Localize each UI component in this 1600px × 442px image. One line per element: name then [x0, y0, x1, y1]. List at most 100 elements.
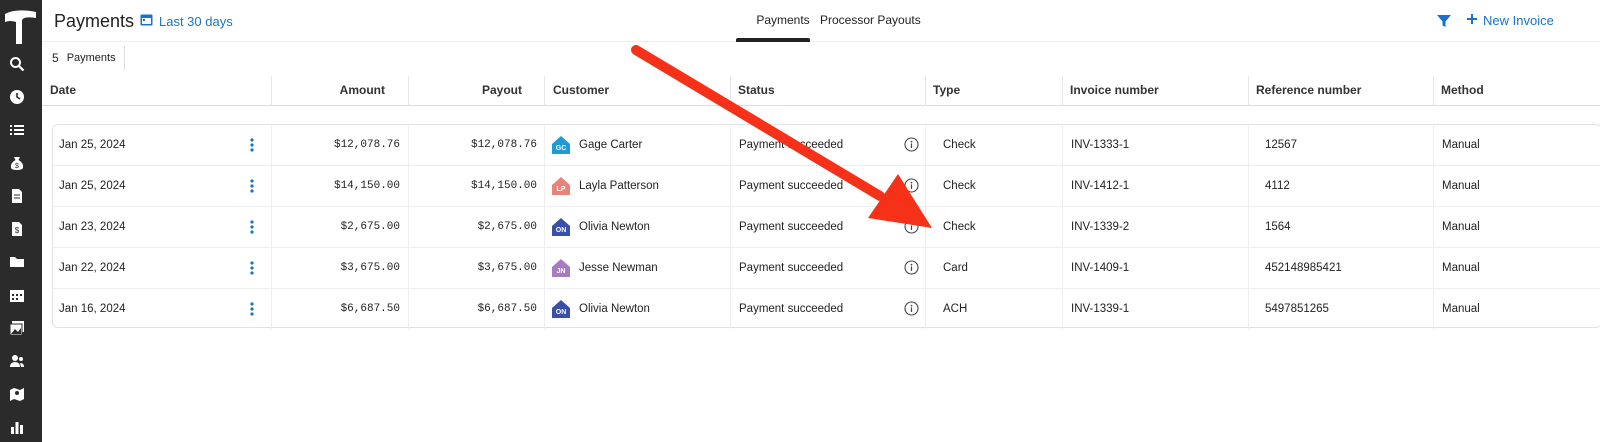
payment-method: Manual	[1442, 303, 1480, 315]
customer-name[interactable]: Gage Carter	[579, 125, 642, 165]
customer-name[interactable]: Layla Patterson	[579, 166, 659, 206]
column-divider	[1062, 76, 1063, 106]
info-icon[interactable]	[904, 178, 919, 193]
more-options-icon[interactable]	[249, 138, 255, 152]
column-divider	[925, 76, 926, 106]
reference-number: 1564	[1265, 221, 1291, 233]
payment-method: Manual	[1442, 139, 1480, 151]
plus-icon	[1466, 13, 1478, 28]
column-divider	[408, 125, 409, 165]
column-header-invoice-number[interactable]: Invoice number	[1070, 76, 1159, 106]
payment-payout: $3,675.00	[477, 262, 537, 274]
table-row[interactable]: Jan 23, 2024 $2,675.00 $2,675.00 ON Olivia N…	[53, 207, 1600, 248]
search-icon[interactable]	[9, 56, 25, 72]
column-header-type[interactable]: Type	[933, 76, 960, 106]
svg-text:$: $	[15, 226, 20, 235]
tab-processor-payouts[interactable]: Processor Payouts	[820, 13, 921, 27]
folder-icon[interactable]	[9, 254, 25, 270]
invoice-number[interactable]: INV-1339-1	[1071, 289, 1129, 329]
column-divider	[544, 76, 545, 106]
column-divider	[730, 248, 731, 288]
payment-payout: $6,687.50	[477, 303, 537, 315]
payment-type: Check	[943, 180, 976, 192]
invoice-number[interactable]: INV-1412-1	[1071, 166, 1129, 206]
table-row[interactable]: Jan 22, 2024 $3,675.00 $3,675.00 JN Jesse Ne…	[53, 248, 1600, 289]
info-icon[interactable]	[904, 219, 919, 234]
list-icon[interactable]	[9, 122, 25, 138]
column-divider	[271, 207, 272, 247]
column-divider	[544, 207, 545, 247]
photos-icon[interactable]	[9, 320, 25, 336]
column-divider	[544, 289, 545, 329]
payment-amount: $12,078.76	[333, 139, 400, 151]
customer-name[interactable]: Olivia Newton	[579, 207, 650, 247]
payment-date: Jan 23, 2024	[59, 221, 126, 233]
column-divider	[408, 248, 409, 288]
more-options-icon[interactable]	[249, 302, 255, 316]
clock-icon[interactable]	[9, 89, 25, 105]
column-divider	[408, 207, 409, 247]
column-header-status[interactable]: Status	[738, 76, 775, 106]
column-divider	[1248, 207, 1249, 247]
column-header-customer[interactable]: Customer	[553, 76, 609, 106]
sidebar: $ $	[0, 0, 42, 442]
customer-initials: JN	[557, 268, 566, 275]
column-header-payout[interactable]: Payout	[409, 76, 522, 106]
date-range-label: Last 30 days	[159, 13, 233, 29]
column-divider	[925, 289, 926, 329]
main-content: Payments Last 30 days Payments Processor…	[42, 0, 1600, 442]
column-divider	[271, 248, 272, 288]
tab-payments[interactable]: Payments	[747, 13, 819, 27]
chart-icon[interactable]	[9, 419, 25, 435]
calendar-icon[interactable]	[9, 287, 25, 303]
column-divider	[1062, 289, 1063, 329]
invoice-number[interactable]: INV-1333-1	[1071, 125, 1129, 165]
payments-count: 5	[52, 51, 59, 65]
payment-amount: $6,687.50	[340, 303, 400, 315]
column-divider	[1248, 166, 1249, 206]
invoice-icon[interactable]: $	[9, 221, 25, 237]
column-divider	[730, 76, 731, 106]
table-row[interactable]: Jan 16, 2024 $6,687.50 $6,687.50 ON Olivia N…	[53, 289, 1600, 330]
reference-number: 4112	[1265, 180, 1290, 192]
table-row[interactable]: Jan 25, 2024 $14,150.00 $14,150.00 LP Layla …	[53, 166, 1600, 207]
people-icon[interactable]	[9, 353, 25, 369]
info-icon[interactable]	[904, 301, 919, 316]
payment-status: Payment succeeded	[739, 221, 844, 233]
column-header-date[interactable]: Date	[50, 76, 76, 106]
map-icon[interactable]	[9, 386, 25, 402]
hammer-logo-icon[interactable]	[2, 6, 40, 46]
reference-number: 12567	[1265, 139, 1297, 151]
table-row[interactable]: Jan 25, 2024 $12,078.76 $12,078.76 GC Gage C…	[53, 125, 1600, 166]
customer-name[interactable]: Olivia Newton	[579, 289, 650, 329]
active-tab-indicator	[736, 38, 810, 42]
filter-icon[interactable]	[1436, 13, 1452, 29]
customer-initials: ON	[556, 309, 567, 316]
column-divider	[1248, 289, 1249, 329]
invoice-number[interactable]: INV-1339-2	[1071, 207, 1129, 247]
column-header-reference-number[interactable]: Reference number	[1256, 76, 1361, 106]
customer-name[interactable]: Jesse Newman	[579, 248, 658, 288]
page-title: Payments	[54, 11, 135, 31]
money-bag-icon[interactable]: $	[9, 155, 25, 171]
column-divider	[544, 248, 545, 288]
info-icon[interactable]	[904, 137, 919, 152]
column-header-amount[interactable]: Amount	[272, 76, 385, 106]
payment-method: Manual	[1442, 180, 1480, 192]
table-header: Date Amount Payout Customer Status Type …	[42, 76, 1600, 106]
customer-initials: LP	[557, 186, 566, 193]
column-divider	[1248, 125, 1249, 165]
customer-avatar: JN	[551, 258, 571, 278]
column-header-method[interactable]: Method	[1441, 76, 1484, 106]
more-options-icon[interactable]	[249, 179, 255, 193]
customer-avatar: ON	[551, 299, 571, 319]
column-divider	[1433, 125, 1434, 165]
invoice-number[interactable]: INV-1409-1	[1071, 248, 1129, 288]
more-options-icon[interactable]	[249, 220, 255, 234]
more-options-icon[interactable]	[249, 261, 255, 275]
date-range-button[interactable]: Last 30 days	[140, 13, 233, 29]
document-icon[interactable]	[9, 188, 25, 204]
info-icon[interactable]	[904, 260, 919, 275]
payments-count-label: Payments	[67, 46, 125, 70]
new-invoice-button[interactable]: New Invoice	[1466, 13, 1554, 28]
